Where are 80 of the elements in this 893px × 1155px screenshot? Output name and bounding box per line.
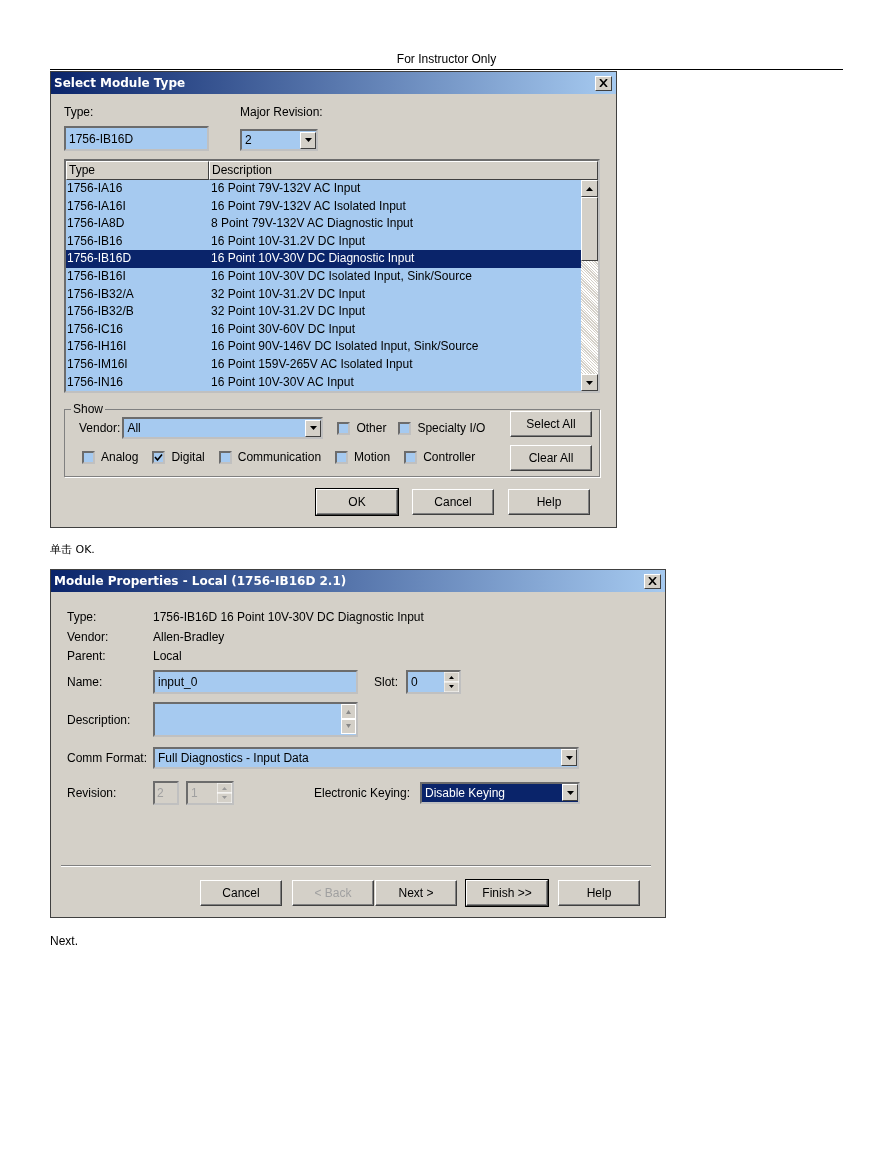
dialog-button[interactable]: Finish >>: [466, 879, 548, 906]
close-button[interactable]: [595, 75, 612, 91]
column-header[interactable]: Type: [66, 161, 209, 180]
list-row[interactable]: 1756-IA16I 16 Point 79V-132V AC Isolated Input: [66, 197, 581, 216]
checkbox-label: Digital: [171, 450, 205, 465]
dropdown-arrow-icon: [565, 755, 573, 760]
spinner-arrows-icon: [444, 671, 459, 692]
select-all-button[interactable]: Select All: [510, 411, 592, 438]
dialog-button[interactable]: OK: [316, 489, 398, 516]
electronic-keying-label: Electronic Keying:: [314, 785, 412, 800]
checkbox-label: Controller: [423, 450, 476, 465]
list-row[interactable]: 1756-IA16 16 Point 79V-132V AC Input: [66, 180, 581, 198]
column-header[interactable]: Description: [209, 161, 598, 180]
dialog-button[interactable]: Cancel: [200, 879, 282, 906]
type-label: Type:: [64, 104, 95, 120]
property-label: Vendor:: [67, 628, 110, 646]
name-label: Name:: [67, 674, 104, 689]
close-icon: [648, 577, 657, 585]
checkbox[interactable]: [398, 421, 412, 435]
list-row[interactable]: 1756-IB16I 16 Point 10V-30V DC Isolated Input, Sink/Source: [66, 267, 581, 286]
list-row[interactable]: 1756-IB32/A 32 Point 10V-31.2V DC Input: [66, 285, 581, 304]
scrollbar[interactable]: [581, 180, 598, 392]
list-row[interactable]: 1756-IA8D 8 Point 79V-132V AC Diagnostic Input: [66, 215, 581, 233]
major-revision-label: Major Revision:: [240, 104, 323, 120]
checkbox[interactable]: [152, 450, 166, 464]
spinner-arrows-icon: [217, 782, 232, 803]
vendor-label: Vendor:: [79, 420, 121, 437]
list-row[interactable]: 1756-IN16 16 Point 10V-30V AC Input: [66, 373, 581, 392]
dialog-button[interactable]: Cancel: [412, 489, 494, 516]
list-row[interactable]: 1756-IC16 16 Point 30V-60V DC Input: [66, 320, 581, 339]
close-icon: [599, 79, 608, 87]
revision-label: Revision:: [67, 785, 118, 800]
dialog-button[interactable]: Next >: [375, 879, 457, 906]
scroll-down-icon: [586, 380, 593, 385]
checkbox[interactable]: [82, 450, 95, 464]
property-value: Allen-Bradley: [153, 628, 225, 646]
close-button[interactable]: [644, 573, 661, 589]
page-header: For Instructor Only: [395, 52, 498, 67]
checkbox-label: Specialty I/O: [417, 421, 486, 436]
window-title: Select Module Type: [54, 76, 186, 90]
property-value: 1756-IB16D 16 Point 10V-30V DC Diagnostic Input: [153, 609, 424, 626]
list-row[interactable]: 1756-IB32/B 32 Point 10V-31.2V DC Input: [66, 303, 581, 321]
scroll-up-icon: [586, 186, 593, 191]
checkbox[interactable]: [335, 450, 349, 464]
property-value: Local: [153, 648, 182, 665]
description-field[interactable]: [153, 702, 358, 737]
instruction-text: 单击 OK.: [50, 542, 96, 557]
group-label: Show: [72, 403, 105, 416]
list-row[interactable]: 1756-IB16D 16 Point 10V-30V DC Diagnostic Input: [66, 250, 581, 268]
list-row[interactable]: 1756-IH16I 16 Point 90V-146V DC Isolated Input, Sink/Source: [66, 338, 581, 356]
type-field[interactable]: 1756-IB16D: [64, 126, 209, 151]
property-label: Type:: [67, 609, 98, 626]
instruction-text: Next.: [50, 934, 79, 949]
property-label: Parent:: [67, 648, 107, 665]
checkbox[interactable]: [404, 450, 418, 464]
vendor-dropdown[interactable]: All: [122, 417, 324, 440]
dialog-button[interactable]: Help: [508, 489, 590, 516]
list-row[interactable]: 1756-IM16I 16 Point 159V-265V AC Isolated Input: [66, 355, 581, 374]
dropdown-arrow-icon: [309, 426, 317, 431]
window-title: Module Properties - Local (1756-IB16D 2.1): [54, 574, 347, 588]
clear-all-button[interactable]: Clear All: [510, 445, 592, 472]
comm-format-dropdown[interactable]: Full Diagnostics - Input Data: [153, 746, 579, 769]
slot-spinner[interactable]: 0: [406, 669, 461, 694]
name-field[interactable]: input_0: [153, 669, 358, 694]
checkbox[interactable]: [337, 421, 351, 435]
dropdown-arrow-icon: [566, 790, 574, 795]
checkbox-label: Analog: [101, 450, 139, 465]
checkbox-label: Other: [356, 421, 387, 436]
list-row[interactable]: 1756-IB16 16 Point 10V-31.2V DC Input: [66, 232, 581, 251]
scroll-arrows-icon: [341, 704, 356, 734]
dropdown-arrow-icon: [304, 138, 312, 142]
comm-format-label: Comm Format:: [67, 750, 148, 765]
checkbox-label: Motion: [354, 450, 391, 465]
dialog-button[interactable]: Help: [558, 879, 640, 906]
major-revision-dropdown[interactable]: 2: [240, 129, 318, 151]
checkbox[interactable]: [218, 450, 232, 464]
checkbox-label: Communication: [237, 450, 322, 465]
electronic-keying-dropdown[interactable]: Disable Keying: [420, 781, 580, 804]
slot-label: Slot:: [374, 674, 399, 689]
description-label: Description:: [67, 712, 132, 727]
